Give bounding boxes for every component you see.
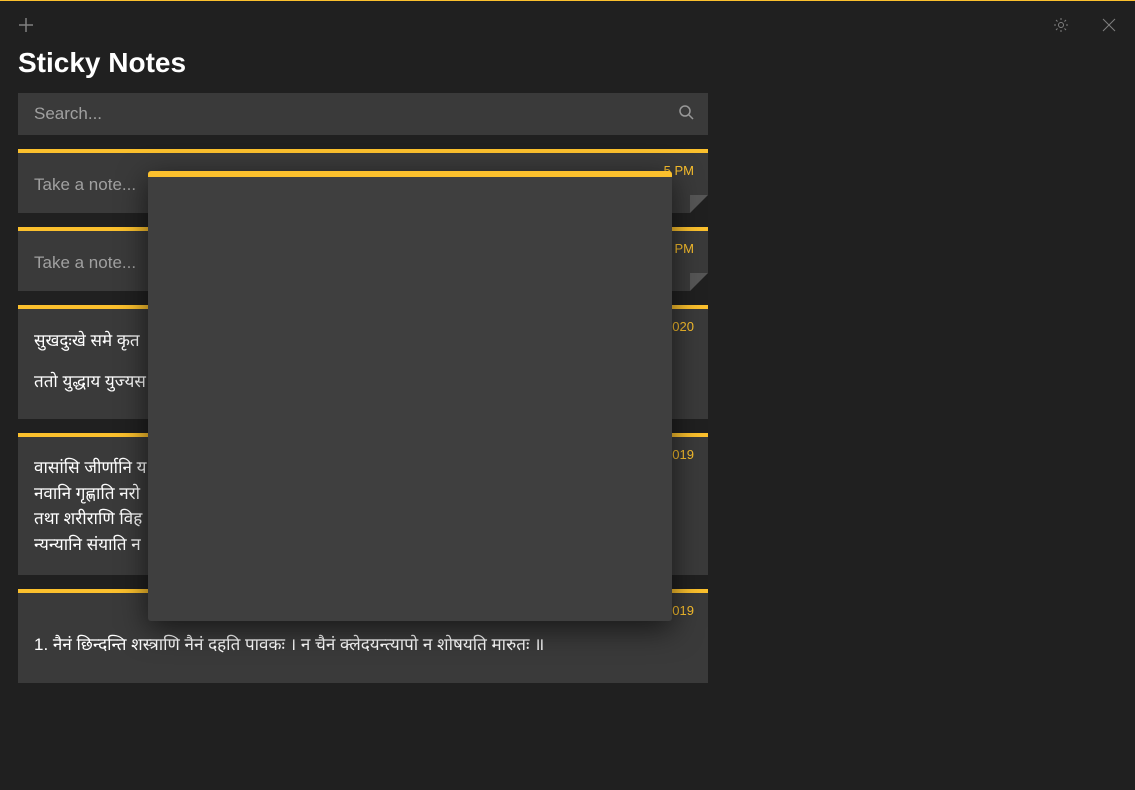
gear-icon	[1053, 17, 1069, 33]
plus-icon	[18, 17, 34, 33]
titlebar-left	[2, 1, 50, 49]
note-fold-corner-icon	[690, 195, 708, 213]
page-title: Sticky Notes	[18, 47, 1117, 79]
note-line: 1. नैनं छिन्दन्ति शस्त्राणि नैनं दहति पा…	[34, 631, 692, 658]
search-bar[interactable]	[18, 93, 708, 135]
close-button[interactable]	[1085, 1, 1133, 49]
close-icon	[1101, 17, 1117, 33]
app-window: Sticky Notes 5 PM Take a note... 4 PM	[0, 0, 1135, 790]
note-fold-corner-icon	[690, 273, 708, 291]
search-input[interactable]	[34, 104, 678, 124]
titlebar	[0, 1, 1135, 49]
new-note-button[interactable]	[2, 1, 50, 49]
note-content: 1. नैनं छिन्दन्ति शस्त्राणि नैनं दहति पा…	[34, 631, 692, 658]
popup-note-window[interactable]	[148, 171, 672, 621]
settings-button[interactable]	[1037, 1, 1085, 49]
titlebar-right	[1037, 1, 1133, 49]
search-icon	[678, 104, 694, 125]
